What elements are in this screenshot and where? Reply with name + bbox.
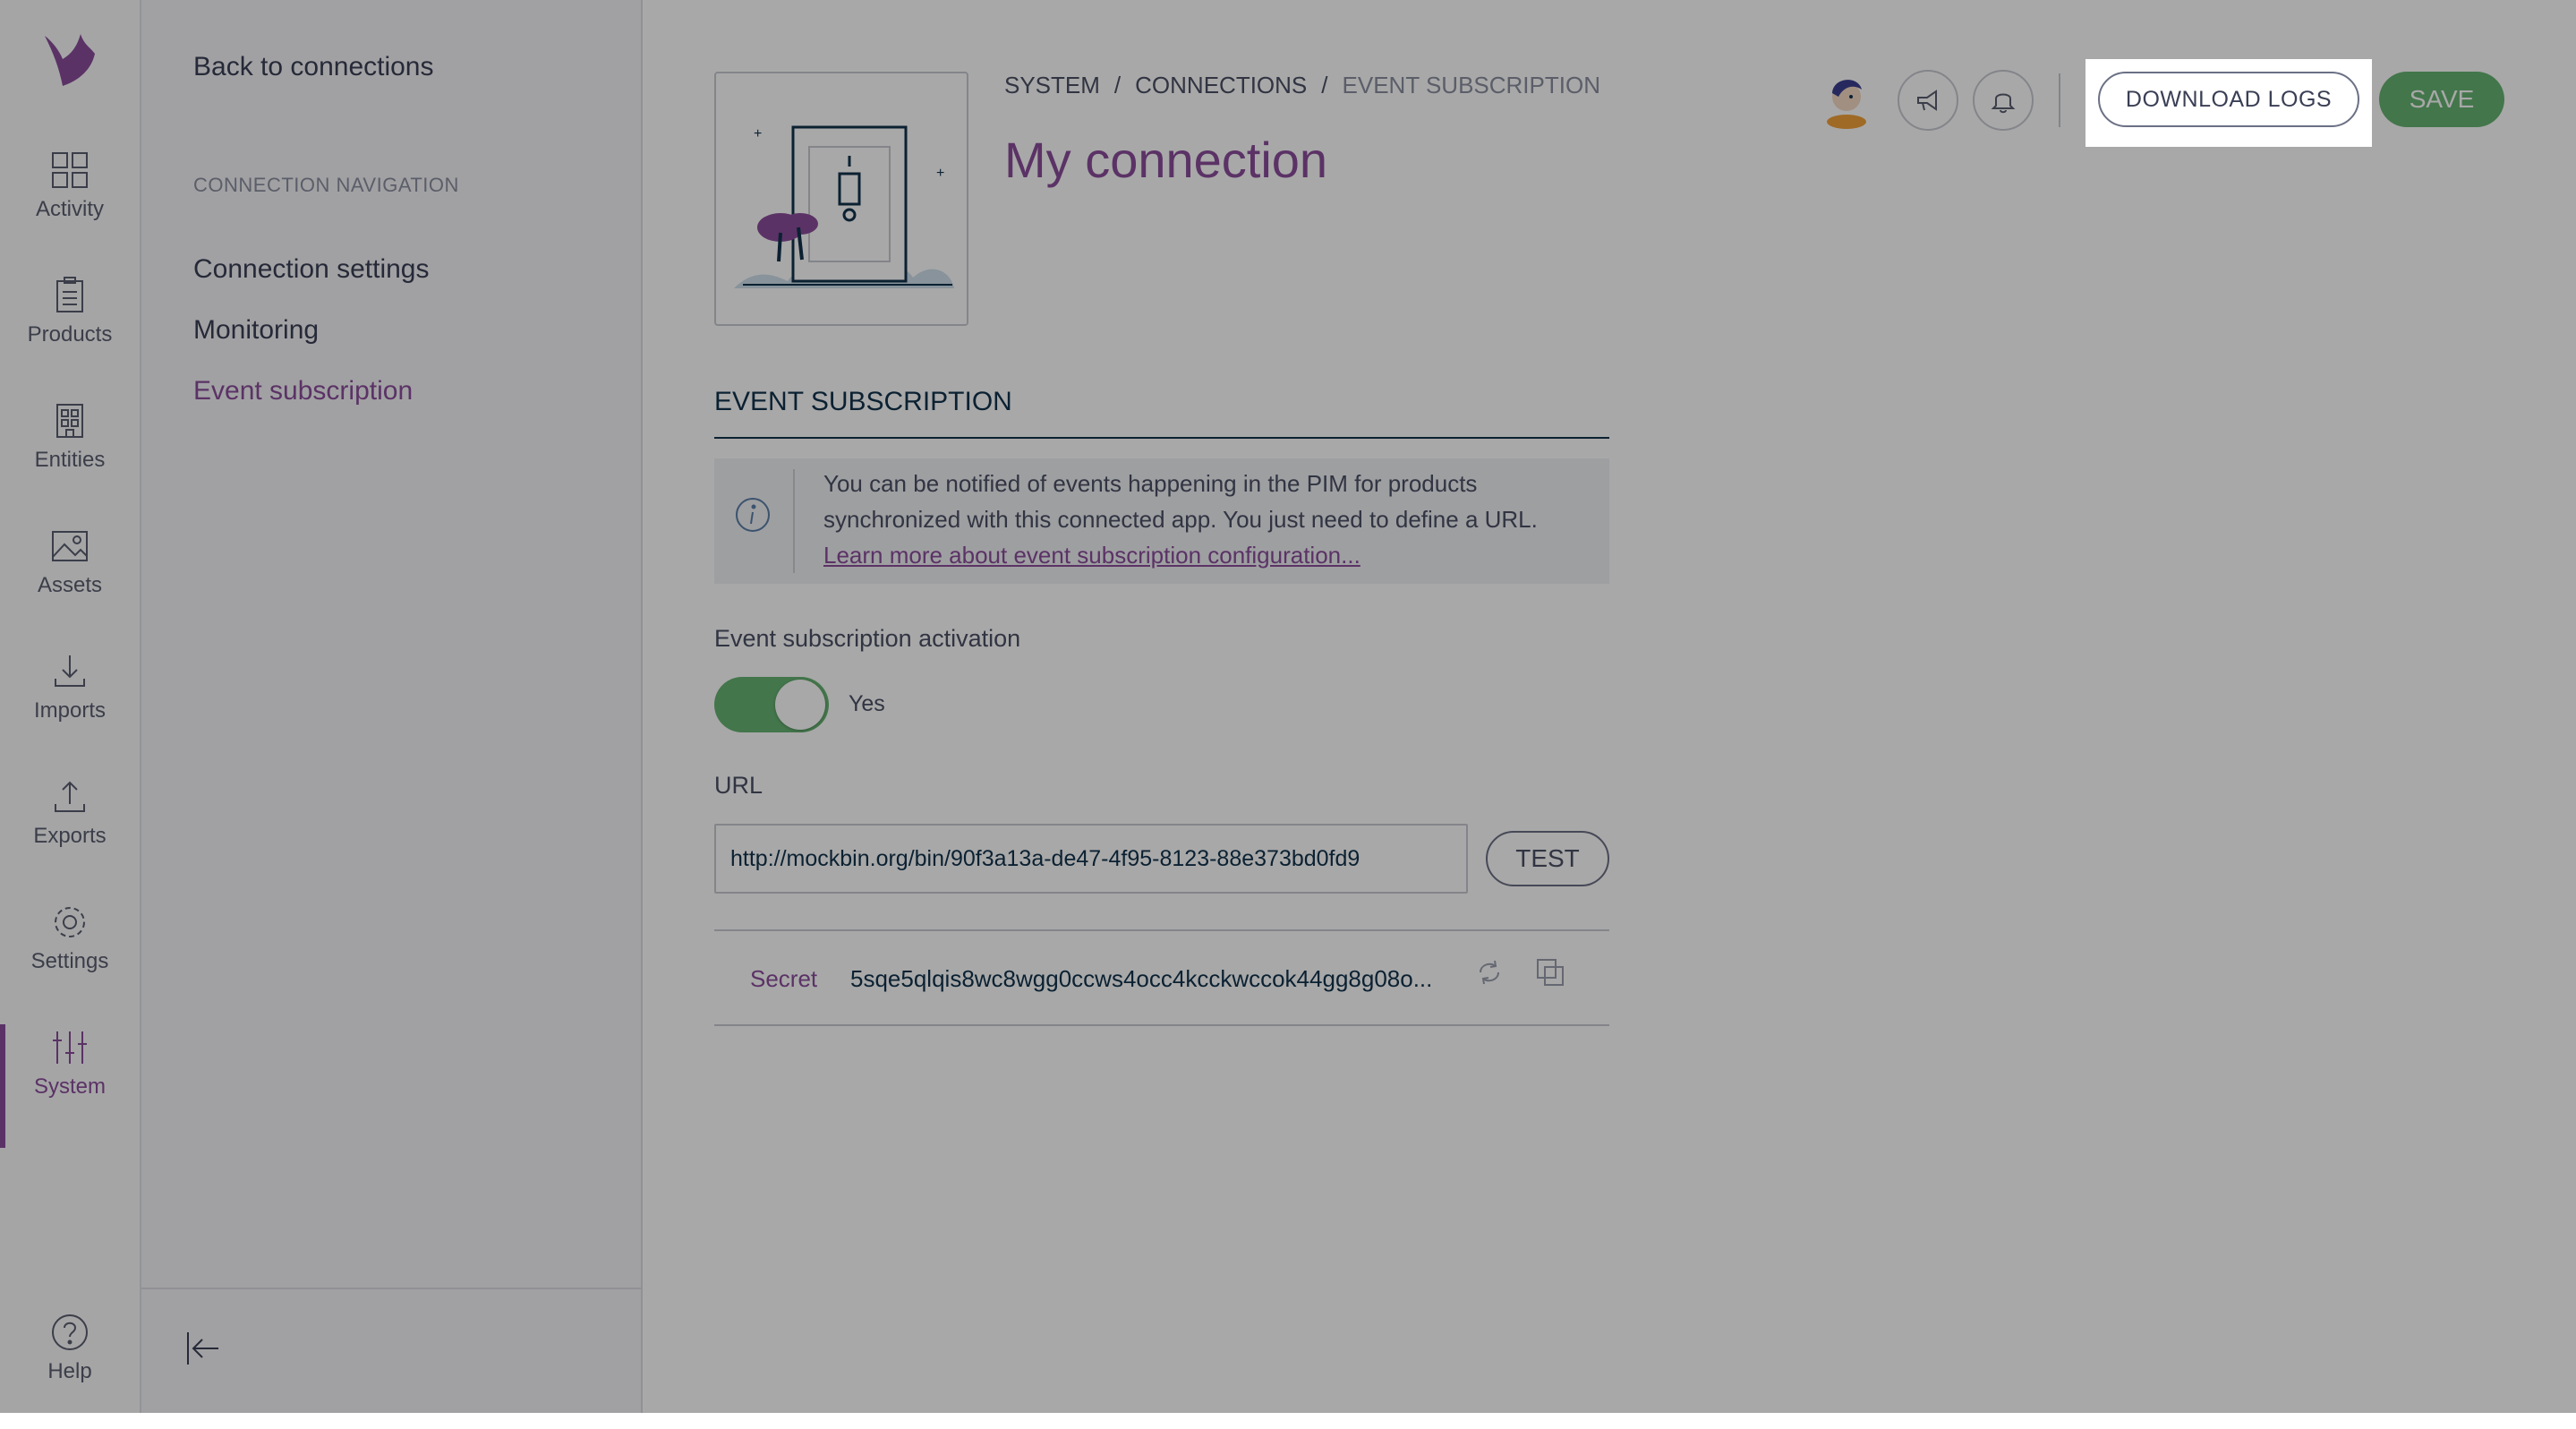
help-label: Help [47,1359,92,1383]
info-icon [736,498,770,532]
save-button[interactable]: SAVE [2379,72,2504,127]
info-divider [793,469,795,573]
nav-label: Imports [33,698,106,723]
breadcrumb: SYSTEM / CONNECTIONS / EVENT SUBSCRIPTION [1004,72,1600,99]
nav-label: Assets [37,573,103,597]
subnav-footer [141,1288,641,1413]
subnav-event-subscription[interactable]: Event subscription [193,376,413,406]
connection-image: + + [734,125,954,288]
assets-icon [52,531,88,561]
connection-navigation-title: CONNECTION NAVIGATION [193,174,459,196]
info-helper: You can be notified of events happening … [714,458,1609,584]
breadcrumb-separator: / [1321,72,1328,98]
toggle-value: Yes [849,691,885,716]
nav-item-entities[interactable]: Entities [0,401,140,518]
nav-label: Settings [30,949,109,973]
info-message: You can be notified of events happening … [823,470,1538,533]
announcements-button[interactable] [1898,70,1958,131]
copy-icon[interactable] [1534,956,1566,988]
nav-item-imports[interactable]: Imports [0,652,140,768]
nav-label: Activity [35,197,104,221]
megaphone-icon [1917,90,1937,111]
nav-item-products[interactable]: Products [0,276,140,392]
secret-value: 5sqe5qlqis8wc8wgg0ccws4occ4kcckwccok44gg… [850,965,1433,992]
page-title: My connection [1004,132,1328,188]
connection-navigation-panel: Back to connections CONNECTION NAVIGATIO… [141,0,643,1413]
secret-row: Secret 5sqe5qlqis8wc8wgg0ccws4occ4kcckwc… [714,929,1609,1026]
nav-label: Exports [33,824,107,848]
test-button[interactable]: TEST [1486,831,1609,886]
gear-icon [55,907,85,937]
main-navigation: Activity Products Entities Assets Import… [0,0,141,1413]
download-logs-button[interactable]: DOWNLOAD LOGS [2098,72,2359,127]
activation-toggle[interactable] [714,677,829,732]
activity-icon [52,152,88,188]
breadcrumb-current: EVENT SUBSCRIPTION [1342,72,1600,98]
section-divider [714,437,1609,439]
download-logs-spotlight: DOWNLOAD LOGS [2086,59,2372,147]
url-input[interactable] [714,824,1468,894]
nav-label: System [33,1074,106,1099]
info-text: You can be notified of events happening … [823,466,1593,573]
regenerate-icon[interactable] [1473,956,1506,988]
system-icon [53,1031,87,1064]
bell-icon [1991,93,2016,114]
breadcrumb-separator: / [1113,72,1122,98]
svg-text:+: + [754,126,762,141]
exports-icon [55,781,85,812]
svg-text:+: + [936,166,944,181]
imports-icon [55,655,85,687]
subnav-monitoring[interactable]: Monitoring [193,315,319,346]
url-label: URL [714,772,763,799]
nav-item-settings[interactable]: Settings [0,903,140,1019]
collapse-panel-icon[interactable] [183,1329,222,1368]
toggle-knob [775,680,825,730]
nav-item-activity[interactable]: Activity [0,150,140,267]
user-avatar[interactable] [1817,70,1876,133]
breadcrumb-connections[interactable]: CONNECTIONS [1135,72,1307,98]
header-divider [2059,73,2060,127]
activation-label: Event subscription activation [714,625,1021,652]
nav-label: Entities [34,448,106,472]
back-to-connections-link[interactable]: Back to connections [193,52,434,82]
entities-icon [56,404,83,438]
section-title: EVENT SUBSCRIPTION [714,387,1012,416]
connection-illustration: + + [714,72,968,326]
nav-item-assets[interactable]: Assets [0,526,140,643]
products-icon [56,277,83,312]
help-button[interactable]: Help [0,1313,140,1429]
help-icon [52,1314,88,1350]
secret-label: Secret [750,965,818,992]
learn-more-link[interactable]: Learn more about event subscription conf… [823,542,1361,569]
breadcrumb-system[interactable]: SYSTEM [1004,72,1100,98]
akeneo-logo[interactable] [36,27,104,95]
subnav-connection-settings[interactable]: Connection settings [193,254,430,285]
nav-item-system[interactable]: System [0,1024,140,1148]
nav-item-exports[interactable]: Exports [0,777,140,894]
nav-label: Products [27,322,113,347]
notifications-button[interactable] [1973,70,2034,131]
